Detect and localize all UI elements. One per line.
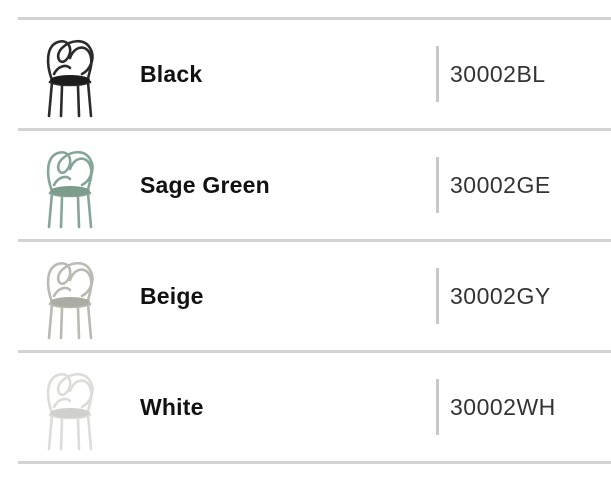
variant-row-white[interactable]: White 30002WH	[18, 353, 611, 461]
variant-row-beige[interactable]: Beige 30002GY	[18, 242, 611, 350]
chair-thumbnail	[40, 34, 100, 118]
column-divider	[436, 268, 439, 324]
chair-icon	[46, 39, 94, 118]
product-code: 30002WH	[450, 394, 556, 420]
chair-icon	[46, 261, 94, 340]
column-divider	[436, 157, 439, 213]
column-divider	[436, 46, 439, 102]
product-code: 30002BL	[450, 61, 546, 87]
chair-icon	[46, 372, 94, 451]
chair-thumbnail	[40, 367, 100, 451]
row-separator	[18, 461, 611, 464]
variant-row-sage-green[interactable]: Sage Green 30002GE	[18, 131, 611, 239]
color-name: Beige	[140, 283, 204, 309]
product-code: 30002GE	[450, 172, 551, 198]
variant-list: Black 30002BL Sage Green 30002GE Beige 3…	[18, 17, 611, 464]
chair-thumbnail	[40, 145, 100, 229]
chair-thumbnail	[40, 256, 100, 340]
variant-row-black[interactable]: Black 30002BL	[18, 20, 611, 128]
chair-icon	[46, 150, 94, 229]
color-name: White	[140, 394, 204, 420]
color-name: Sage Green	[140, 172, 270, 198]
product-code: 30002GY	[450, 283, 551, 309]
column-divider	[436, 379, 439, 435]
color-name: Black	[140, 61, 203, 87]
